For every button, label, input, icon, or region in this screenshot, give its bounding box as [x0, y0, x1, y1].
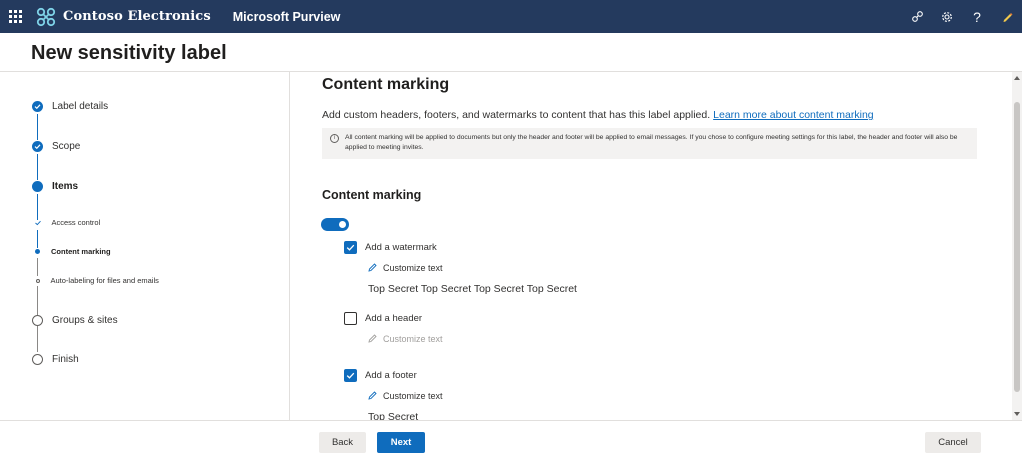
footer-text: Top Secret [368, 411, 419, 420]
learn-more-link[interactable]: Learn more about content marking [713, 109, 874, 121]
header-checkbox-row[interactable]: Add a header [344, 312, 422, 325]
substep-label: Content marking [51, 247, 111, 256]
content-marking-panel: Content marking Add custom headers, foot… [291, 72, 1011, 420]
step-groups-sites[interactable]: Groups & sites [32, 315, 118, 326]
gear-icon[interactable] [932, 0, 962, 33]
step-connector [37, 258, 38, 276]
header-customize-link: Customize text [367, 333, 443, 344]
substep-auto-labeling[interactable]: Auto-labeling for files and emails [32, 276, 159, 285]
footer-customize-link[interactable]: Customize text [367, 390, 443, 401]
pencil-icon [368, 334, 377, 343]
step-done-icon [32, 101, 43, 112]
footer-checkbox[interactable] [344, 369, 357, 382]
watermark-checkbox-row[interactable]: Add a watermark [344, 241, 437, 254]
step-connector [37, 114, 38, 140]
substep-label: Access control [51, 218, 101, 227]
footer-divider [0, 420, 1022, 421]
step-connector [37, 230, 38, 248]
scrollbar-thumb[interactable] [1014, 102, 1020, 392]
step-finish[interactable]: Finish [32, 354, 79, 365]
step-current-icon [32, 181, 43, 192]
help-icon[interactable]: ? [962, 0, 992, 33]
substep-content-marking[interactable]: Content marking [32, 247, 111, 256]
step-connector [37, 194, 38, 220]
footer-label: Add a footer [365, 370, 417, 381]
content-marking-heading: Content marking [322, 188, 422, 202]
step-label-details[interactable]: Label details [32, 101, 108, 112]
scroll-up-icon[interactable] [1014, 76, 1020, 80]
wizard-steps: Label details Scope Items Access control… [0, 72, 290, 420]
watermark-checkbox[interactable] [344, 241, 357, 254]
header-checkbox[interactable] [344, 312, 357, 325]
app-name[interactable]: Microsoft Purview [233, 10, 341, 24]
step-connector [37, 286, 38, 316]
org-name: Contoso Electronics [63, 9, 211, 24]
scroll-down-icon[interactable] [1014, 412, 1020, 416]
watermark-customize-link[interactable]: Customize text [367, 262, 443, 273]
step-items[interactable]: Items [32, 181, 78, 192]
back-button[interactable]: Back [319, 432, 366, 453]
step-label: Scope [52, 141, 81, 152]
link-icon[interactable] [902, 0, 932, 33]
step-label: Label details [52, 101, 109, 112]
header-label: Add a header [365, 313, 423, 324]
step-label: Groups & sites [52, 315, 118, 326]
step-todo-icon [32, 315, 43, 326]
waffle-icon[interactable] [0, 0, 30, 33]
customize-text-label: Customize text [383, 390, 443, 401]
pen-icon[interactable] [992, 0, 1022, 33]
step-label: Finish [52, 354, 79, 365]
step-done-icon [32, 141, 43, 152]
description-text: Add custom headers, footers, and waterma… [322, 109, 711, 121]
substep-label: Auto-labeling for files and emails [50, 276, 159, 285]
pencil-icon [368, 391, 377, 400]
step-scope[interactable]: Scope [32, 141, 80, 152]
watermark-label: Add a watermark [365, 242, 437, 253]
info-text: All content marking will be applied to d… [345, 134, 958, 151]
cancel-button[interactable]: Cancel [925, 432, 981, 453]
section-title: Content marking [322, 76, 450, 93]
next-button[interactable]: Next [377, 432, 425, 453]
watermark-text: Top Secret Top Secret Top Secret Top Sec… [368, 283, 577, 295]
contoso-logo [36, 7, 56, 26]
step-connector [37, 326, 38, 352]
customize-text-label: Customize text [383, 262, 443, 273]
footer-checkbox-row[interactable]: Add a footer [344, 369, 417, 382]
scrollbar[interactable] [1012, 72, 1022, 420]
substep-todo-icon [35, 278, 40, 283]
pencil-icon [368, 263, 377, 272]
toggle-knob [339, 221, 346, 228]
substep-access-control[interactable]: Access control [32, 218, 100, 227]
step-todo-icon [32, 354, 43, 365]
customize-text-label: Customize text [383, 333, 443, 344]
step-connector [37, 154, 38, 180]
page-title: New sensitivity label [31, 42, 227, 64]
content-marking-toggle[interactable] [321, 218, 349, 231]
info-message: i All content marking will be applied to… [322, 128, 977, 159]
substep-current-icon [35, 249, 40, 254]
description: Add custom headers, footers, and waterma… [322, 109, 874, 121]
step-label: Items [52, 181, 79, 192]
info-icon: i [330, 134, 339, 143]
substep-done-icon [34, 220, 41, 226]
top-bar: Contoso Electronics Microsoft Purview ? [0, 0, 1022, 33]
